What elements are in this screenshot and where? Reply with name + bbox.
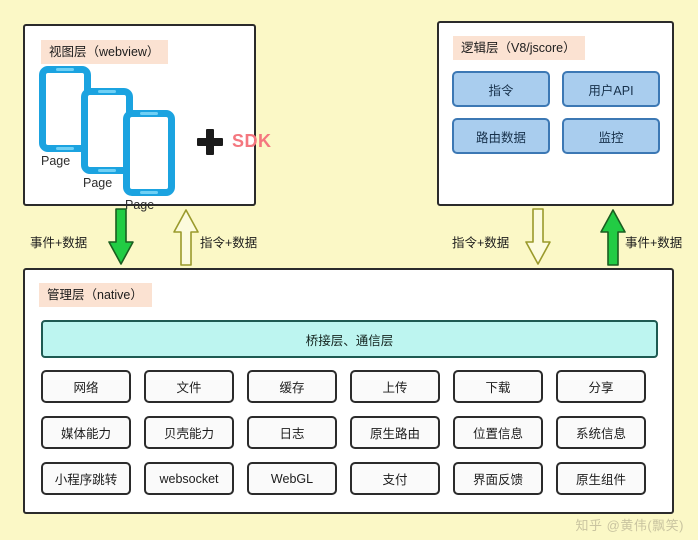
logic-button-instruction[interactable]: 指令 — [452, 71, 550, 107]
module-beike-capability[interactable]: 贝壳能力 — [144, 416, 234, 449]
module-native-component[interactable]: 原生组件 — [556, 462, 646, 495]
sdk-label: SDK — [232, 131, 272, 151]
module-file[interactable]: 文件 — [144, 370, 234, 403]
page-label: Page — [83, 176, 113, 190]
phone-icon — [123, 110, 175, 196]
module-native-routing[interactable]: 原生路由 — [350, 416, 440, 449]
module-webgl[interactable]: WebGL — [247, 462, 337, 495]
arrow-label-instruction-data-right: 指令+数据 — [452, 236, 510, 250]
arrow-up-instruction-data-left — [173, 208, 199, 266]
logic-layer-button-grid: 指令 用户API 路由数据 监控 — [452, 71, 660, 154]
arrow-up-events-data-right — [600, 208, 626, 266]
page-label: Page — [41, 154, 71, 168]
logic-layer-panel: 逻辑层（V8/jscore） 指令 用户API 路由数据 监控 — [437, 21, 674, 206]
logic-button-user-api[interactable]: 用户API — [562, 71, 660, 107]
management-layer-panel: 管理层（native） 桥接层、通信层 网络 文件 缓存 上传 下载 分享 媒体… — [23, 268, 674, 514]
diagram-canvas: 视图层（webview） Page Page Page SDK 逻辑层（V8/j… — [0, 0, 698, 540]
module-download[interactable]: 下载 — [453, 370, 543, 403]
view-layer-title: 视图层（webview） — [41, 40, 169, 64]
bridge-communication-layer-bar: 桥接层、通信层 — [41, 320, 658, 358]
module-system-info[interactable]: 系统信息 — [556, 416, 646, 449]
arrow-down-instruction-data-right — [525, 208, 551, 266]
module-ui-feedback[interactable]: 界面反馈 — [453, 462, 543, 495]
module-network[interactable]: 网络 — [41, 370, 131, 403]
logic-button-monitoring[interactable]: 监控 — [562, 118, 660, 154]
module-miniprogram-jump[interactable]: 小程序跳转 — [41, 462, 131, 495]
arrow-label-instruction-data-left: 指令+数据 — [200, 236, 258, 250]
plus-icon — [197, 129, 223, 155]
logic-button-route-data[interactable]: 路由数据 — [452, 118, 550, 154]
watermark: 知乎 @黄伟(飘笑) — [575, 518, 684, 533]
view-layer-panel: 视图层（webview） Page Page Page SDK — [23, 24, 271, 212]
module-log[interactable]: 日志 — [247, 416, 337, 449]
native-module-grid: 网络 文件 缓存 上传 下载 分享 媒体能力 贝壳能力 日志 原生路由 位置信息… — [41, 370, 660, 495]
module-media-capability[interactable]: 媒体能力 — [41, 416, 131, 449]
arrow-label-events-data-right: 事件+数据 — [625, 236, 683, 250]
module-share[interactable]: 分享 — [556, 370, 646, 403]
logic-layer-title: 逻辑层（V8/jscore） — [453, 36, 585, 60]
module-location-info[interactable]: 位置信息 — [453, 416, 543, 449]
arrow-down-events-data-left — [108, 208, 134, 266]
module-websocket[interactable]: websocket — [144, 462, 234, 495]
module-payment[interactable]: 支付 — [350, 462, 440, 495]
management-layer-title: 管理层（native） — [39, 283, 152, 307]
module-cache[interactable]: 缓存 — [247, 370, 337, 403]
module-upload[interactable]: 上传 — [350, 370, 440, 403]
arrow-label-events-data-left: 事件+数据 — [30, 236, 88, 250]
